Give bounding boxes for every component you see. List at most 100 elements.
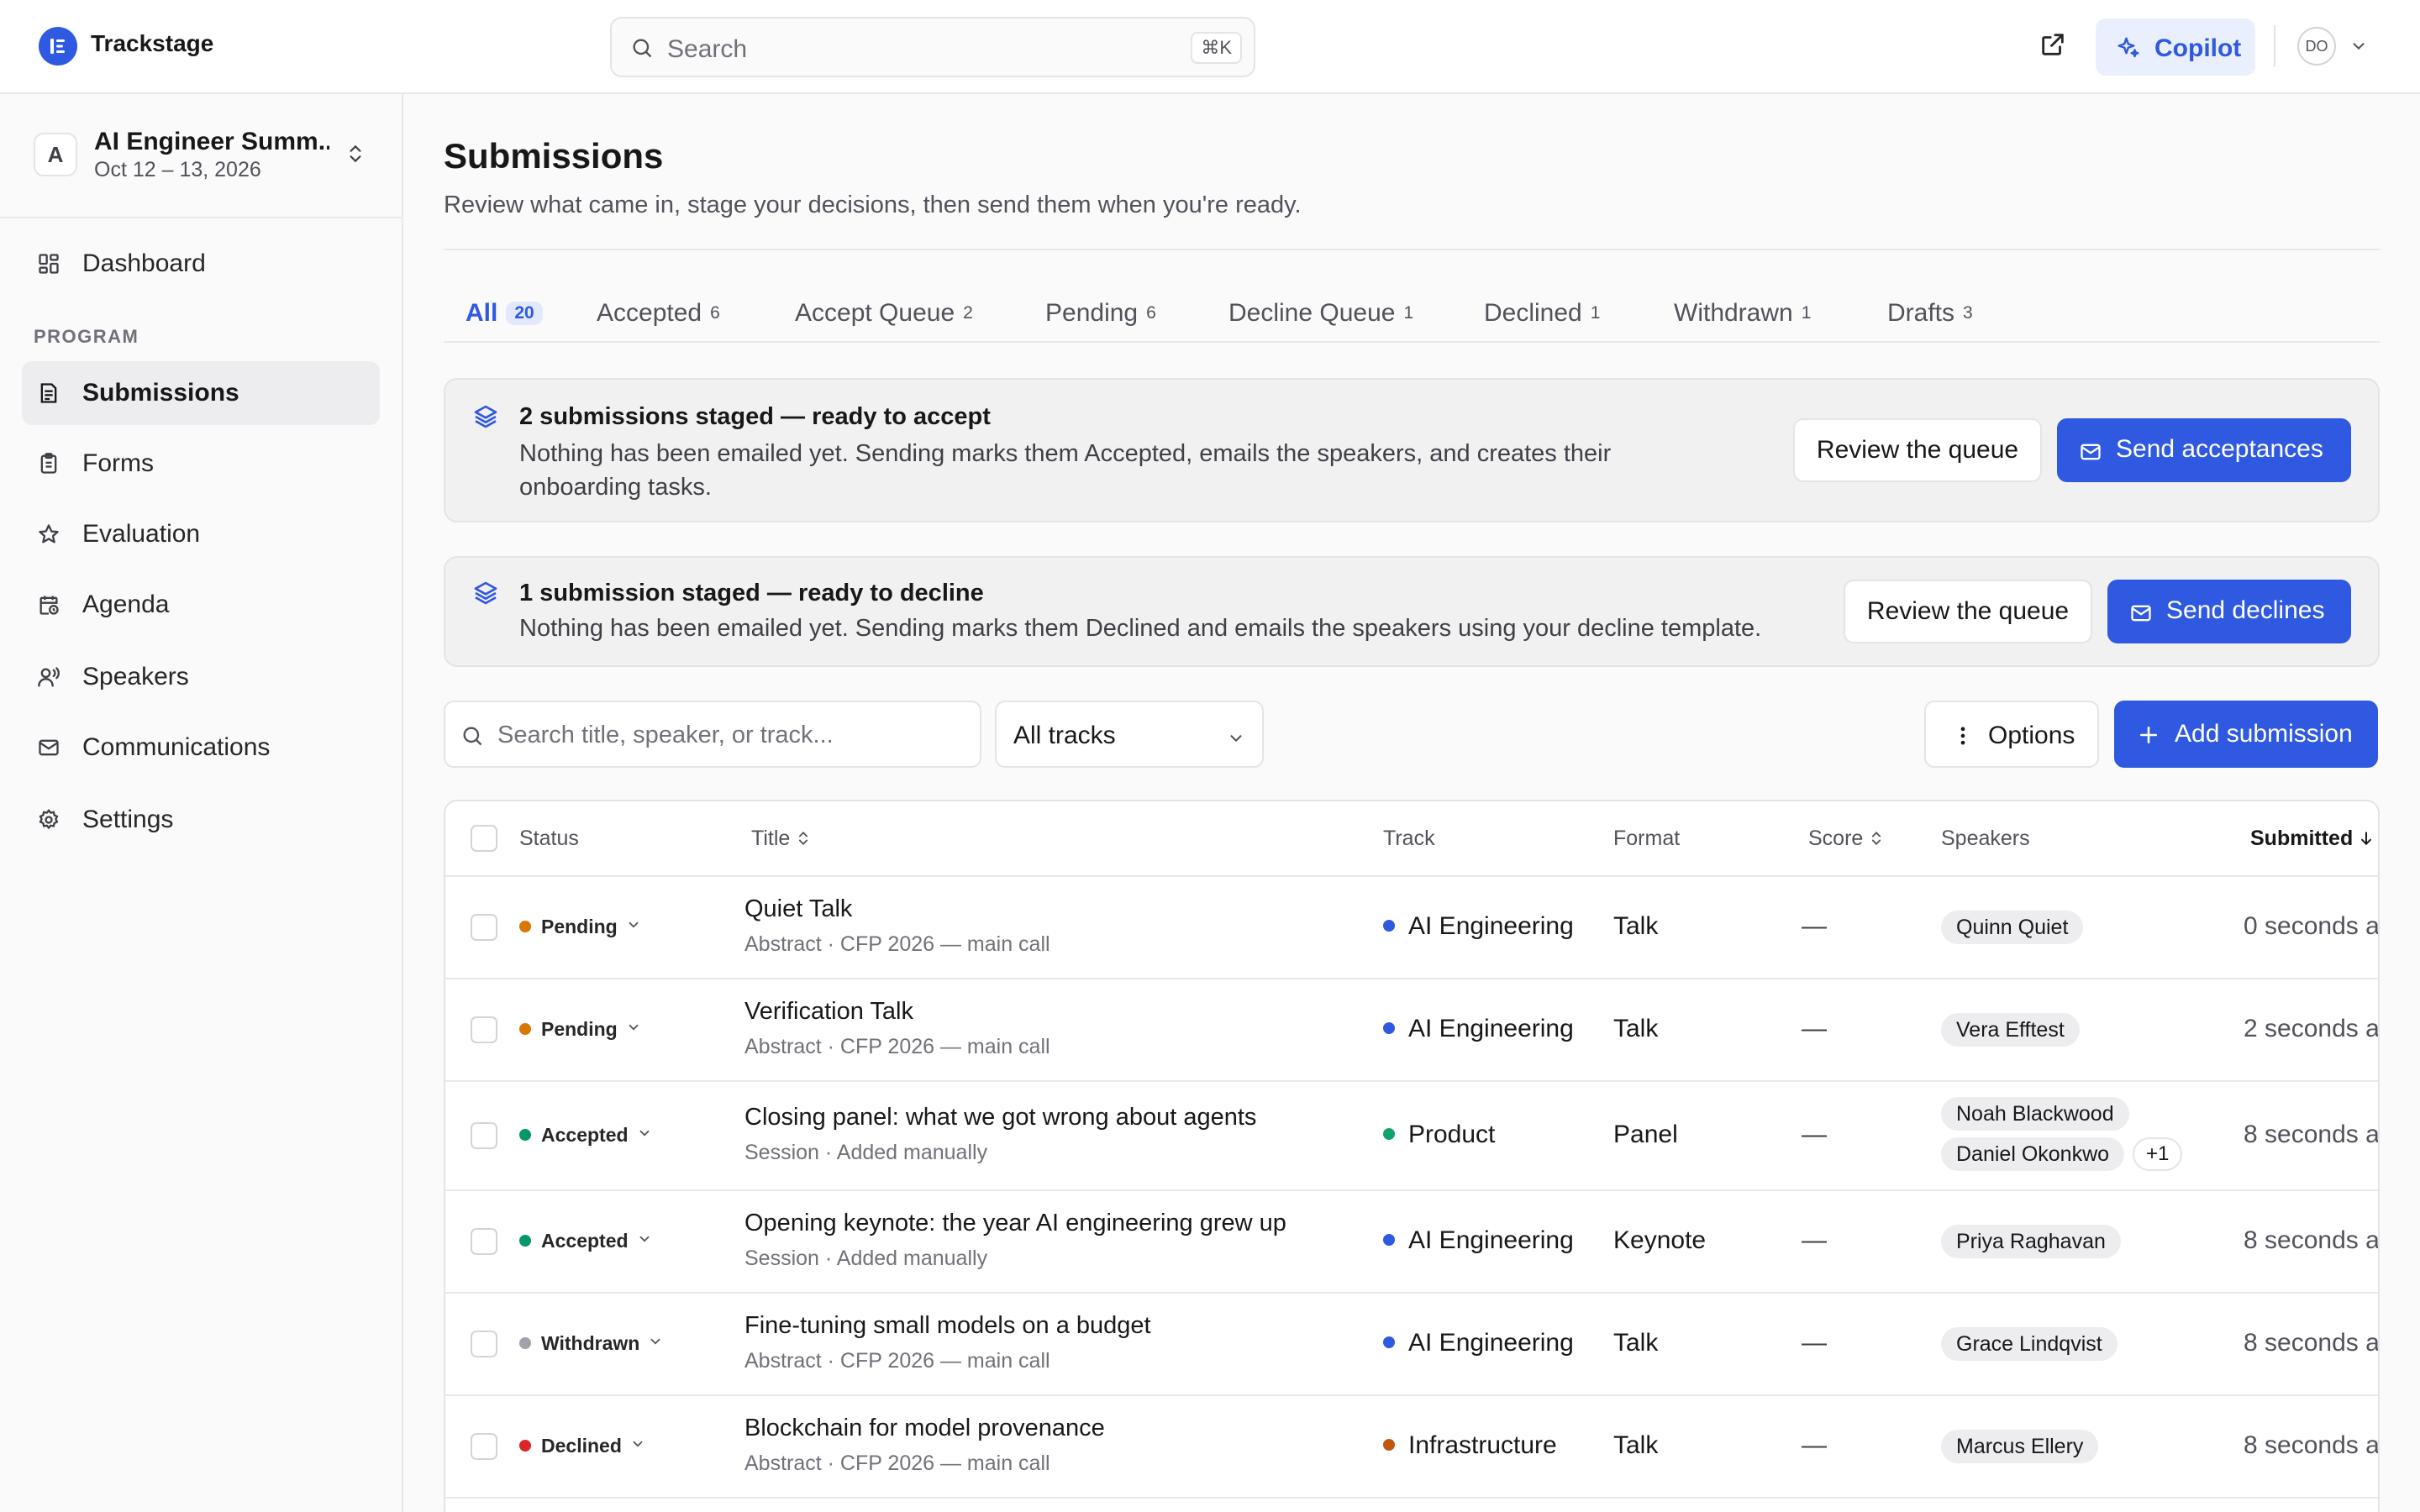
- sidebar-item-submissions[interactable]: Submissions: [22, 361, 380, 425]
- sidebar-item-communications[interactable]: Communications: [22, 716, 380, 780]
- accept-queue-banner: 2 submissions staged — ready to accept N…: [444, 378, 2380, 522]
- mail-send-icon: [2131, 605, 2151, 622]
- status-dot: [519, 1129, 531, 1141]
- tab-pending[interactable]: Pending 6: [1045, 299, 1156, 333]
- track-filter-select[interactable]: All tracks: [995, 701, 1264, 768]
- speaker-chip[interactable]: Vera Efftest: [1941, 1013, 2080, 1047]
- submission-search-input[interactable]: Search title, speaker, or track...: [444, 701, 981, 768]
- tab-accepted[interactable]: Accepted 6: [597, 299, 720, 333]
- column-header-submitted[interactable]: Submitted: [2250, 827, 2375, 851]
- submission-title[interactable]: Verification Talk: [744, 998, 913, 1026]
- column-header-track: Track: [1383, 827, 1435, 850]
- review-decline-queue-button[interactable]: Review the queue: [1844, 580, 2092, 643]
- banner-title: 2 submissions staged — ready to accept: [519, 403, 991, 430]
- tab-withdrawn[interactable]: Withdrawn 1: [1674, 299, 1811, 333]
- sidebar-item-forms[interactable]: Forms: [22, 432, 380, 496]
- speaker-chip[interactable]: Noah Blackwood: [1941, 1097, 2129, 1131]
- tab-count: 1: [1801, 303, 1812, 323]
- page-subtitle: Review what came in, stage your decision…: [444, 192, 1302, 218]
- submission-title[interactable]: Closing panel: what we got wrong about a…: [744, 1104, 1256, 1131]
- mail-send-icon: [2081, 444, 2101, 460]
- status-dropdown[interactable]: Declined: [519, 1435, 645, 1457]
- chevron-down-icon[interactable]: [2349, 37, 2368, 55]
- tab-label: Drafts: [1887, 299, 1955, 327]
- send-declines-button[interactable]: Send declines: [2107, 580, 2351, 643]
- table-row[interactable]: Declined Blockchain for model provenance…: [445, 1396, 2380, 1499]
- speaker-chip[interactable]: Quinn Quiet: [1941, 911, 2084, 944]
- sidebar-item-settings[interactable]: Settings: [22, 788, 380, 852]
- table-row[interactable]: Pending Verification Talk Abstract · CFP…: [445, 979, 2378, 1082]
- status-dropdown[interactable]: Withdrawn: [519, 1332, 663, 1355]
- submission-title[interactable]: Opening keynote: the year AI engineering…: [744, 1210, 1286, 1237]
- tab-drafts[interactable]: Drafts 3: [1887, 299, 1973, 333]
- table-row[interactable]: Accepted Opening keynote: the year AI en…: [445, 1191, 2378, 1294]
- status-dropdown[interactable]: Accepted: [519, 1124, 652, 1147]
- table-row[interactable]: Pending Quiet Talk Abstract · CFP 2026 —…: [445, 877, 2378, 979]
- tab-declined[interactable]: Declined 1: [1484, 299, 1600, 333]
- copilot-button[interactable]: Copilot: [2096, 18, 2255, 76]
- row-checkbox[interactable]: [471, 1433, 497, 1460]
- topbar-divider: [2274, 25, 2275, 67]
- sidebar-item-label: Dashboard: [82, 249, 206, 277]
- sidebar-item-dashboard[interactable]: Dashboard: [22, 232, 380, 296]
- column-header-score[interactable]: Score: [1808, 827, 1885, 851]
- tab-label: Pending: [1045, 299, 1139, 327]
- submission-subtitle: Abstract · CFP 2026 — main call: [744, 932, 1050, 956]
- search-icon: [463, 727, 482, 746]
- status-dropdown[interactable]: Pending: [519, 1018, 641, 1041]
- sidebar-item-speakers[interactable]: Speakers: [22, 645, 380, 709]
- review-accept-queue-button[interactable]: Review the queue: [1793, 418, 2042, 482]
- tab-accept-queue[interactable]: Accept Queue 2: [795, 299, 973, 333]
- row-checkbox[interactable]: [471, 914, 497, 941]
- submitted-cell: 8 seconds ago: [2244, 1431, 2380, 1459]
- chevron-down-icon: [639, 1130, 649, 1137]
- sidebar-item-label: Forms: [82, 449, 154, 477]
- column-header-title[interactable]: Title: [751, 827, 812, 851]
- submitted-cell: 8 seconds ago: [2244, 1121, 2380, 1148]
- tab-label: All: [466, 299, 498, 327]
- table-row[interactable]: Accepted Closing panel: what we got wron…: [445, 1082, 2380, 1191]
- more-speakers-badge[interactable]: +1: [2133, 1137, 2183, 1171]
- tab-count: 2: [963, 303, 973, 323]
- options-button[interactable]: Options: [1924, 701, 2099, 768]
- speaker-chip[interactable]: Marcus Ellery: [1941, 1430, 2099, 1463]
- tab-all[interactable]: All 20: [466, 299, 543, 333]
- speaker-chip[interactable]: Grace Lindqvist: [1941, 1327, 2118, 1361]
- select-all-checkbox[interactable]: [471, 825, 497, 852]
- submission-title[interactable]: Fine-tuning small models on a budget: [744, 1312, 1151, 1340]
- row-checkbox[interactable]: [471, 1331, 497, 1357]
- sidebar-item-evaluation[interactable]: Evaluation: [22, 502, 380, 566]
- submission-title[interactable]: Quiet Talk: [744, 895, 852, 923]
- layers-icon: [474, 405, 497, 428]
- app-logo-icon[interactable]: [39, 27, 77, 66]
- global-search-input[interactable]: Search ⌘K: [610, 17, 1255, 77]
- score-cell: —: [1802, 1121, 1827, 1148]
- status-dropdown[interactable]: Pending: [519, 916, 641, 938]
- tab-label: Withdrawn: [1674, 299, 1793, 327]
- status-dot: [519, 1337, 531, 1349]
- row-checkbox[interactable]: [471, 1122, 497, 1149]
- sidebar-item-agenda[interactable]: Agenda: [22, 573, 380, 637]
- row-checkbox[interactable]: [471, 1228, 497, 1255]
- table-row[interactable]: Withdrawn Fine-tuning small models on a …: [445, 1294, 2378, 1396]
- submission-title[interactable]: Blockchain for model provenance: [744, 1415, 1105, 1442]
- decline-queue-banner: 1 submission staged — ready to decline N…: [444, 556, 2380, 667]
- chevron-down-icon: [639, 1236, 649, 1242]
- speaker-chip[interactable]: Priya Raghavan: [1941, 1225, 2121, 1258]
- row-checkbox[interactable]: [471, 1016, 497, 1043]
- score-cell: —: [1802, 1431, 1827, 1459]
- status-dot: [519, 1235, 531, 1247]
- add-submission-button[interactable]: Add submission: [2114, 701, 2378, 768]
- event-switcher-icon[interactable]: [345, 143, 366, 165]
- status-dropdown[interactable]: Accepted: [519, 1230, 652, 1252]
- tab-decline-queue[interactable]: Decline Queue 1: [1228, 299, 1413, 333]
- track-dot: [1383, 920, 1395, 932]
- user-avatar[interactable]: DO: [2297, 27, 2336, 66]
- speaker-chip[interactable]: Daniel Okonkwo: [1941, 1137, 2125, 1171]
- event-name[interactable]: AI Engineer Summ...: [94, 128, 329, 156]
- open-external-button[interactable]: [2039, 30, 2072, 64]
- select-value: All tracks: [1013, 722, 1116, 749]
- button-label: Options: [1988, 722, 2075, 749]
- send-acceptances-button[interactable]: Send acceptances: [2057, 418, 2351, 482]
- tab-label: Accepted: [597, 299, 702, 327]
